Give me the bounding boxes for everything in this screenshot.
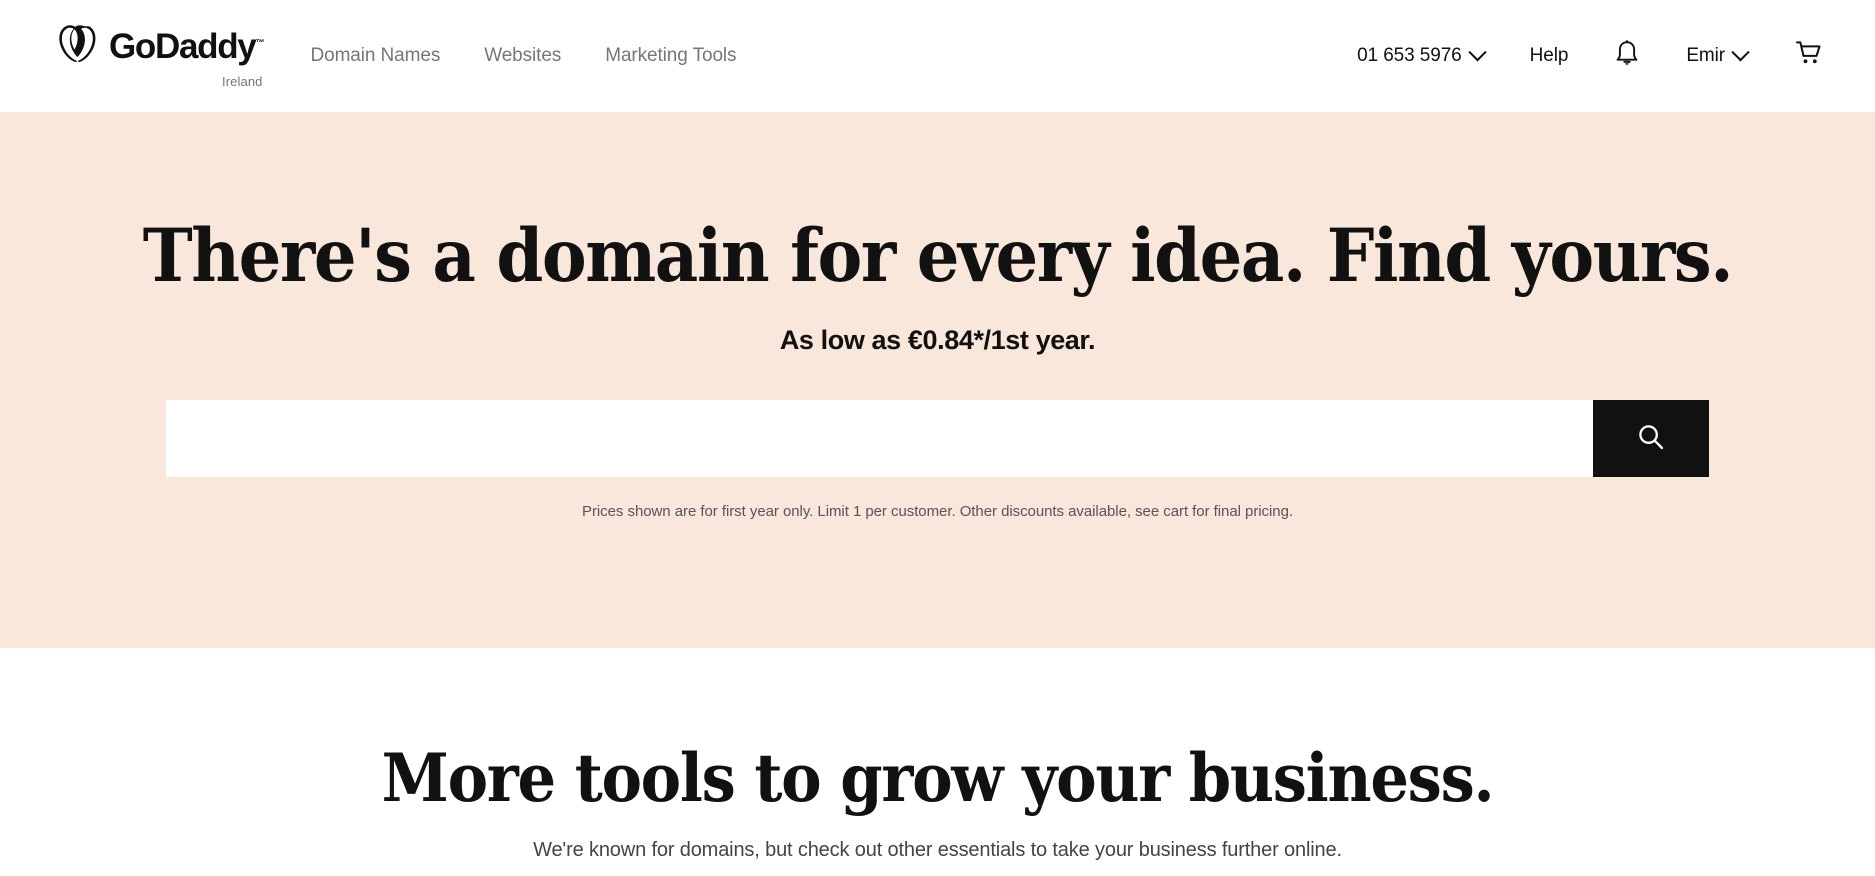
header-utility-nav: 01 653 5976 Help Emir	[1357, 39, 1825, 73]
notifications-button[interactable]	[1614, 39, 1640, 73]
brand-logo[interactable]: GoDaddy™ Ireland	[54, 24, 264, 89]
tools-section: More tools to grow your business. We're …	[0, 648, 1875, 863]
phone-number-dropdown[interactable]: 01 653 5976	[1357, 42, 1487, 67]
brand-locale: Ireland	[222, 73, 263, 89]
phone-number-label: 01 653 5976	[1357, 45, 1462, 66]
hero-title: There's a domain for every idea. Find yo…	[142, 213, 1734, 299]
cart-button[interactable]	[1795, 39, 1825, 73]
godaddy-heart-logo-icon	[54, 24, 100, 69]
domain-search-row	[0, 399, 1875, 477]
tools-section-title: More tools to grow your business.	[381, 739, 1495, 817]
domain-search-input[interactable]	[166, 399, 1593, 477]
hero-section: There's a domain for every idea. Find yo…	[0, 112, 1875, 648]
chevron-down-icon	[1467, 42, 1487, 61]
help-link[interactable]: Help	[1530, 45, 1569, 67]
account-menu[interactable]: Emir	[1686, 42, 1750, 67]
main-nav: Domain Names Websites Marketing Tools	[310, 45, 736, 67]
nav-item-domain-names[interactable]: Domain Names	[310, 45, 440, 67]
account-name-label: Emir	[1686, 45, 1725, 66]
bell-icon	[1614, 39, 1640, 73]
hero-fine-print: Prices shown are for first year only. Li…	[582, 502, 1293, 520]
nav-item-marketing-tools[interactable]: Marketing Tools	[605, 45, 736, 67]
nav-item-websites[interactable]: Websites	[484, 45, 561, 67]
brand-trademark: ™	[255, 36, 265, 47]
domain-search-button[interactable]	[1593, 399, 1709, 477]
search-icon	[1636, 422, 1666, 455]
tools-section-subtitle: We're known for domains, but check out o…	[533, 839, 1342, 862]
brand-wordmark: GoDaddy™	[109, 26, 265, 66]
hero-subtitle: As low as €0.84*/1st year.	[779, 324, 1096, 355]
cart-icon	[1795, 39, 1825, 73]
chevron-down-icon	[1731, 42, 1750, 61]
site-header: GoDaddy™ Ireland Domain Names Websites M…	[0, 0, 1875, 112]
